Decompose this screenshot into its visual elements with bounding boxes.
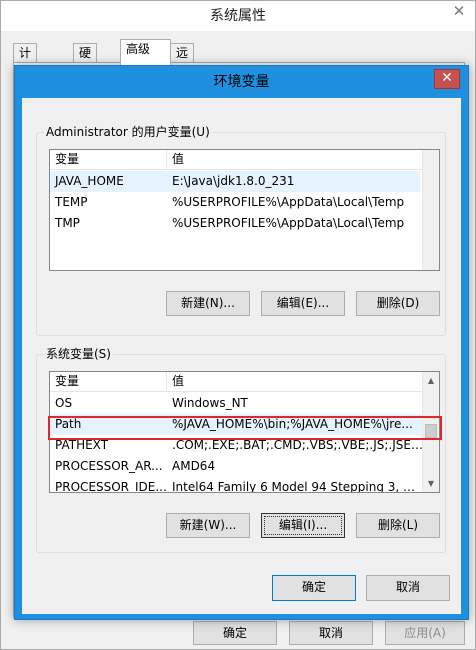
user-new-button[interactable]: 新建(N)... (166, 291, 250, 316)
variable-value: AMD64 (172, 459, 216, 473)
system-new-button[interactable]: 新建(W)... (166, 513, 250, 538)
column-header-value[interactable]: 值 (167, 372, 423, 392)
system-edit-button[interactable]: 编辑(I)... (261, 513, 345, 538)
column-header-value[interactable]: 值 (167, 150, 423, 170)
close-icon[interactable]: ✕ (434, 69, 460, 89)
table-row[interactable]: TMP %USERPROFILE%\AppData\Local\Temp (50, 213, 423, 234)
variable-name: PROCESSOR_IDE... (55, 480, 167, 493)
user-variables-group: Administrator 的用户变量(U) 变量 值 JAVA_HOME E:… (36, 125, 446, 336)
table-row[interactable]: OS Windows_NT (50, 393, 423, 414)
variable-value: Windows_NT (172, 396, 248, 410)
tab-hardware[interactable]: 硬件 (73, 43, 98, 78)
dialog-title: 环境变量 (213, 74, 270, 90)
system-cancel-button[interactable]: 取消 (289, 621, 373, 645)
table-row[interactable]: PROCESSOR_AR... AMD64 (50, 456, 423, 477)
dialog-body: Administrator 的用户变量(U) 变量 值 JAVA_HOME E:… (22, 98, 461, 614)
list-header: 变量 值 (50, 372, 423, 392)
variable-value: %USERPROFILE%\AppData\Local\Temp (172, 216, 405, 230)
user-variables-list[interactable]: 变量 值 JAVA_HOME E:\Java\jdk1.8.0_231 TEMP… (49, 149, 440, 271)
close-icon[interactable]: ✕ (447, 1, 471, 23)
tab-remote[interactable]: 远程 (170, 43, 195, 78)
ok-button[interactable]: 确定 (272, 575, 356, 601)
system-variables-group: 系统变量(S) 变量 值 OS Windows_NT Path %JAVA_HO… (36, 347, 446, 553)
table-row[interactable]: TEMP %USERPROFILE%\AppData\Local\Temp (50, 192, 423, 213)
system-apply-button[interactable]: 应用(A) (385, 621, 465, 645)
path-highlight-box (48, 416, 442, 440)
system-ok-button[interactable]: 确定 (193, 621, 277, 645)
variable-name: PROCESSOR_AR... (55, 459, 163, 473)
variable-name: TMP (55, 216, 80, 230)
variable-value: %USERPROFILE%\AppData\Local\Temp (172, 195, 405, 209)
system-variables-label: 系统变量(S) (44, 347, 113, 361)
chevron-down-icon[interactable]: ▼ (423, 475, 439, 492)
table-row[interactable]: PROCESSOR_IDE... Intel64 Family 6 Model … (50, 477, 423, 493)
tab-computer-name[interactable]: 计算机名 (13, 43, 38, 114)
environment-variables-dialog: 环境变量 ✕ Administrator 的用户变量(U) 变量 值 JAVA_… (14, 65, 469, 620)
chevron-up-icon[interactable]: ▲ (423, 372, 439, 389)
scrollbar[interactable] (422, 150, 439, 270)
user-delete-button[interactable]: 删除(D) (356, 291, 440, 316)
tab-advanced[interactable]: 高级 (120, 39, 171, 65)
variable-value: Intel64 Family 6 Model 94 Stepping 3, G.… (172, 480, 423, 493)
variable-name: TEMP (55, 195, 88, 209)
user-edit-button[interactable]: 编辑(E)... (261, 291, 345, 316)
column-header-variable[interactable]: 变量 (50, 372, 167, 392)
column-header-variable[interactable]: 变量 (50, 150, 167, 170)
cancel-button[interactable]: 取消 (366, 575, 450, 601)
variable-name: JAVA_HOME (55, 174, 124, 188)
variable-name: OS (55, 396, 73, 410)
system-delete-button[interactable]: 删除(L) (356, 513, 440, 538)
variable-value: E:\Java\jdk1.8.0_231 (172, 174, 295, 188)
list-header: 变量 值 (50, 150, 423, 170)
system-properties-title: 系统属性 (1, 1, 475, 31)
user-variables-label: Administrator 的用户变量(U) (44, 125, 212, 139)
table-row[interactable]: JAVA_HOME E:\Java\jdk1.8.0_231 (50, 171, 420, 192)
